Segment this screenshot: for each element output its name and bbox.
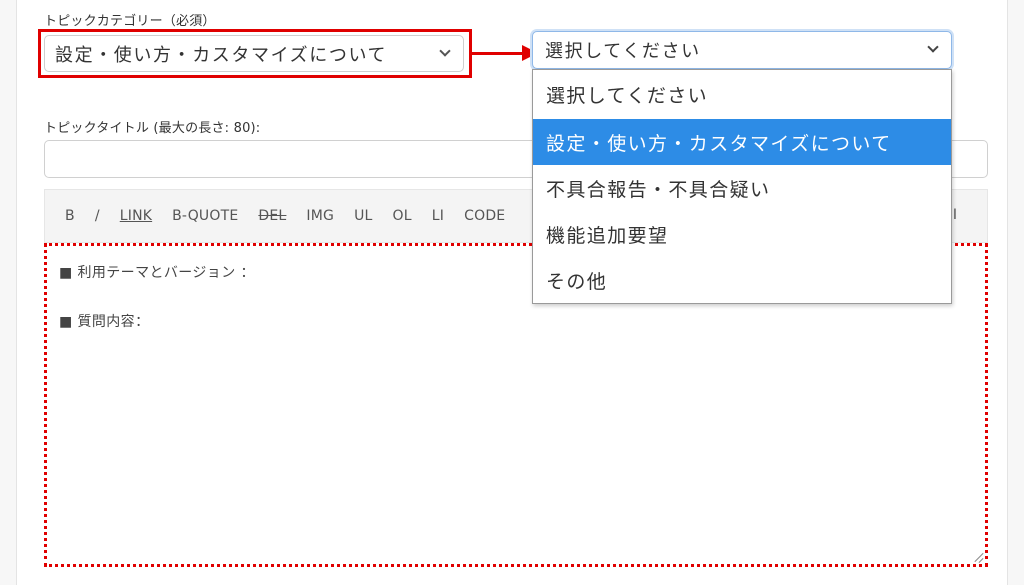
category-select-open[interactable]: 選択してください (532, 31, 952, 69)
italic-button[interactable]: / (95, 208, 100, 224)
bold-button[interactable]: B (65, 208, 75, 224)
delete-button[interactable]: DEL (258, 208, 286, 224)
category-select[interactable]: 設定・使い方・カスタマイズについて (44, 35, 464, 72)
category-dropdown-list: 選択してください 設定・使い方・カスタマイズについて 不具合報告・不具合疑い 機… (532, 69, 952, 304)
dropdown-option[interactable]: 選択してください (533, 70, 951, 119)
image-button[interactable]: IMG (306, 208, 334, 224)
list-item-button[interactable]: LI (432, 208, 444, 224)
editor-line-question: ■ 質問内容： (59, 314, 150, 330)
dropdown-option[interactable]: 機能追加要望 (533, 211, 951, 257)
dropdown-option-highlighted[interactable]: 設定・使い方・カスタマイズについて (533, 119, 951, 165)
unordered-list-button[interactable]: UL (354, 208, 372, 224)
chevron-down-icon (439, 45, 451, 57)
resize-handle-icon[interactable] (973, 552, 983, 562)
dropdown-option[interactable]: 不具合報告・不具合疑い (533, 165, 951, 211)
title-label: トピックタイトル (最大の長さ: 80): (44, 121, 261, 136)
editor-line-theme-version: ■ 利用テーマとバージョン ： (59, 265, 255, 281)
dropdown-option[interactable]: その他 (533, 257, 951, 303)
chevron-down-icon (927, 41, 939, 53)
code-button[interactable]: CODE (464, 208, 505, 224)
toolbar-right-button[interactable]: I (953, 207, 957, 223)
link-button[interactable]: LINK (120, 208, 152, 224)
category-label: トピックカテゴリー（必須） (44, 14, 216, 29)
annotation-arrow-line (472, 52, 524, 55)
category-select-open-value: 選択してください (545, 41, 701, 62)
category-select-value: 設定・使い方・カスタマイズについて (55, 44, 388, 66)
blockquote-button[interactable]: B-QUOTE (172, 208, 238, 224)
ordered-list-button[interactable]: OL (393, 208, 412, 224)
